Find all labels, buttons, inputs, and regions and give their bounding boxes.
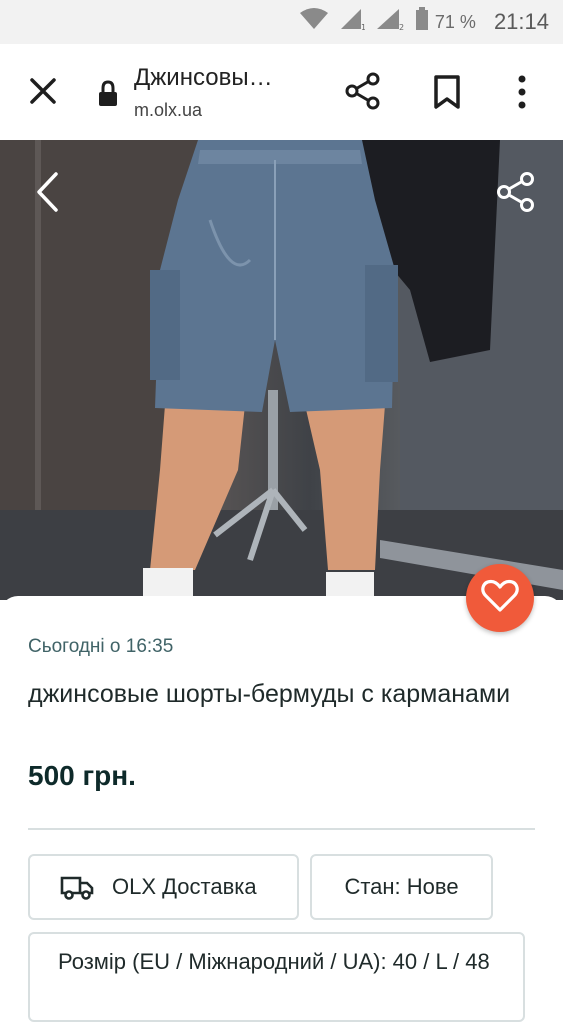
more-vert-icon[interactable] (510, 74, 534, 110)
delivery-label: OLX Доставка (112, 874, 257, 899)
signal-sim2-icon: 2 (375, 8, 405, 36)
share-icon[interactable] (344, 72, 382, 110)
svg-text:1: 1 (361, 23, 365, 30)
wifi-icon (299, 8, 329, 36)
heart-icon (481, 579, 519, 618)
product-photo[interactable] (0, 140, 563, 600)
svg-text:2: 2 (399, 23, 404, 30)
share-icon[interactable] (494, 170, 538, 214)
size-label: Розмір (EU / Міжнародний / UA): 40 / L /… (58, 949, 490, 974)
chevron-left-icon[interactable] (30, 170, 66, 214)
battery-percent: 71 % (434, 11, 476, 32)
close-icon[interactable] (26, 74, 60, 108)
status-bar: 1 2 71 % 21:14 (0, 0, 563, 44)
battery-icon (415, 7, 429, 37)
product-photo-illustration (0, 140, 563, 600)
condition-chip: Стан: Нове (310, 854, 493, 920)
browser-toolbar: Джинсовы… m.olx.ua (0, 44, 563, 140)
page-url[interactable]: m.olx.ua (134, 100, 202, 121)
truck-icon (60, 872, 94, 902)
delivery-chip[interactable]: OLX Доставка (28, 854, 299, 920)
listing-date: Сьогодні о 16:35 (28, 636, 174, 657)
listing-title: джинсовые шорты-бермуды с карманами (28, 680, 511, 708)
bookmark-icon[interactable] (430, 74, 464, 110)
clock: 21:14 (493, 9, 549, 34)
size-chip: Розмір (EU / Міжнародний / UA): 40 / L /… (28, 932, 525, 1022)
favorite-button[interactable] (466, 564, 534, 632)
condition-label: Стан: Нове (344, 874, 459, 899)
lock-icon (98, 80, 118, 108)
signal-sim1-icon: 1 (339, 8, 366, 36)
page-title[interactable]: Джинсовы… (134, 64, 273, 92)
listing-price: 500 грн. (28, 760, 136, 791)
divider (28, 828, 535, 830)
